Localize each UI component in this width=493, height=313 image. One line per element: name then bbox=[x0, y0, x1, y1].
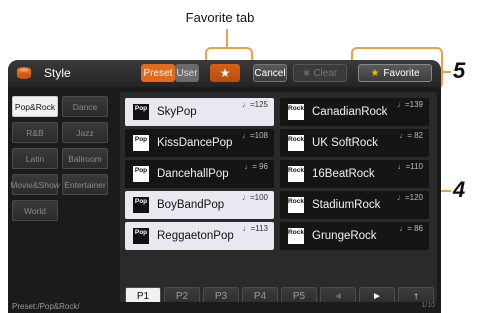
category-ballroom[interactable]: Ballroom bbox=[62, 148, 108, 169]
style-tempo: ♩=125 bbox=[241, 100, 268, 109]
style-tempo: ♩=139 bbox=[396, 100, 423, 109]
category-r-b[interactable]: R&B bbox=[12, 122, 58, 143]
rock-genre-icon: Rock bbox=[288, 104, 304, 120]
style-item[interactable]: Pop KissDancePop ♩=108 bbox=[125, 129, 274, 157]
style-tempo: ♩=120 bbox=[396, 193, 423, 202]
style-item[interactable]: Pop ReggaetonPop ♩=113 bbox=[125, 222, 274, 250]
step-4-marker: 4 bbox=[453, 177, 466, 202]
style-name: DancehallPop bbox=[157, 168, 229, 180]
style-name: BoyBandPop bbox=[157, 199, 225, 211]
style-item[interactable]: Rock 16BeatRock ♩=110 bbox=[280, 160, 429, 188]
style-item[interactable]: Pop DancehallPop ♩= 96 bbox=[125, 160, 274, 188]
style-name: UK SoftRock bbox=[312, 137, 378, 149]
category-jazz[interactable]: Jazz bbox=[62, 122, 108, 143]
favorite-label: Favorite bbox=[383, 67, 420, 79]
style-item[interactable]: Rock GrungeRock ♩= 86 bbox=[280, 222, 429, 250]
preset-tab[interactable]: Preset bbox=[141, 64, 175, 82]
style-tempo: ♩= 96 bbox=[244, 162, 268, 171]
clear-label: Clear bbox=[313, 67, 338, 79]
style-name: KissDancePop bbox=[157, 137, 233, 149]
pop-genre-icon: Pop bbox=[133, 104, 149, 120]
rock-genre-icon: Rock bbox=[288, 166, 304, 182]
favorite-tab-callout-label: Favorite tab bbox=[185, 10, 255, 25]
rock-genre-icon: Rock bbox=[288, 228, 304, 244]
title-bar: Style Preset User ★ Cancel ✱ Clear ★ Fav… bbox=[8, 60, 441, 87]
style-item[interactable]: Rock UK SoftRock ♩= 82 bbox=[280, 129, 429, 157]
style-tempo: ♩=113 bbox=[242, 224, 268, 233]
add-favorite-button[interactable]: ★ Favorite bbox=[358, 64, 432, 82]
user-tab[interactable]: User bbox=[175, 64, 199, 82]
star-icon: ★ bbox=[219, 66, 231, 80]
style-icon bbox=[17, 67, 31, 79]
pop-genre-icon: Pop bbox=[133, 228, 149, 244]
pop-genre-icon: Pop bbox=[133, 166, 149, 182]
favorite-star-icon: ★ bbox=[370, 67, 380, 79]
favorite-tab-callout-line bbox=[226, 29, 228, 47]
cancel-button[interactable]: Cancel bbox=[253, 64, 287, 82]
style-name: ReggaetonPop bbox=[157, 230, 234, 242]
category-entertainer[interactable]: Entertainer bbox=[62, 174, 108, 195]
style-name: CanadianRock bbox=[312, 106, 388, 118]
status-bar: Preset:/Pop&Rock/ 1/10 bbox=[8, 302, 441, 313]
window-title: Style bbox=[44, 66, 71, 80]
rock-genre-icon: Rock bbox=[288, 197, 304, 213]
style-item[interactable]: Rock CanadianRock ♩=139 bbox=[280, 98, 429, 126]
category-movie-show[interactable]: Movie&Show bbox=[10, 174, 60, 195]
style-tempo: ♩=110 bbox=[397, 162, 423, 171]
category-pop-rock[interactable]: Pop&Rock bbox=[12, 96, 58, 117]
pop-genre-icon: Pop bbox=[133, 135, 149, 151]
step5-callout-line bbox=[441, 71, 451, 73]
style-name: GrungeRock bbox=[312, 230, 377, 242]
clear-button[interactable]: ✱ Clear bbox=[293, 64, 347, 82]
style-item[interactable]: Rock StadiumRock ♩=120 bbox=[280, 191, 429, 219]
style-name: 16BeatRock bbox=[312, 168, 375, 180]
style-list-panel: Pop SkyPop ♩=125 Rock CanadianRock ♩=139 Pop Ki… bbox=[120, 92, 437, 312]
step-5-marker: 5 bbox=[453, 58, 466, 83]
style-selection-screen: Style Preset User ★ Cancel ✱ Clear ★ Fav… bbox=[8, 60, 441, 313]
current-path: Preset:/Pop&Rock/ bbox=[12, 302, 80, 311]
page-indicator: 1/10 bbox=[421, 302, 435, 309]
rock-genre-icon: Rock bbox=[288, 135, 304, 151]
style-tempo: ♩=100 bbox=[241, 193, 268, 202]
style-name: SkyPop bbox=[157, 106, 197, 118]
style-tempo: ♩=108 bbox=[241, 131, 268, 140]
style-tempo: ♩= 86 bbox=[399, 224, 423, 233]
category-world[interactable]: World bbox=[12, 200, 58, 221]
favorite-tab[interactable]: ★ bbox=[210, 64, 240, 82]
style-item[interactable]: Pop SkyPop ♩=125 bbox=[125, 98, 274, 126]
category-dance[interactable]: Dance bbox=[62, 96, 108, 117]
style-tempo: ♩= 82 bbox=[399, 131, 423, 140]
category-latin[interactable]: Latin bbox=[12, 148, 58, 169]
clear-star-icon: ✱ bbox=[302, 67, 311, 78]
pop-genre-icon: Pop bbox=[133, 197, 149, 213]
style-item[interactable]: Pop BoyBandPop ♩=100 bbox=[125, 191, 274, 219]
style-name: StadiumRock bbox=[312, 199, 381, 211]
